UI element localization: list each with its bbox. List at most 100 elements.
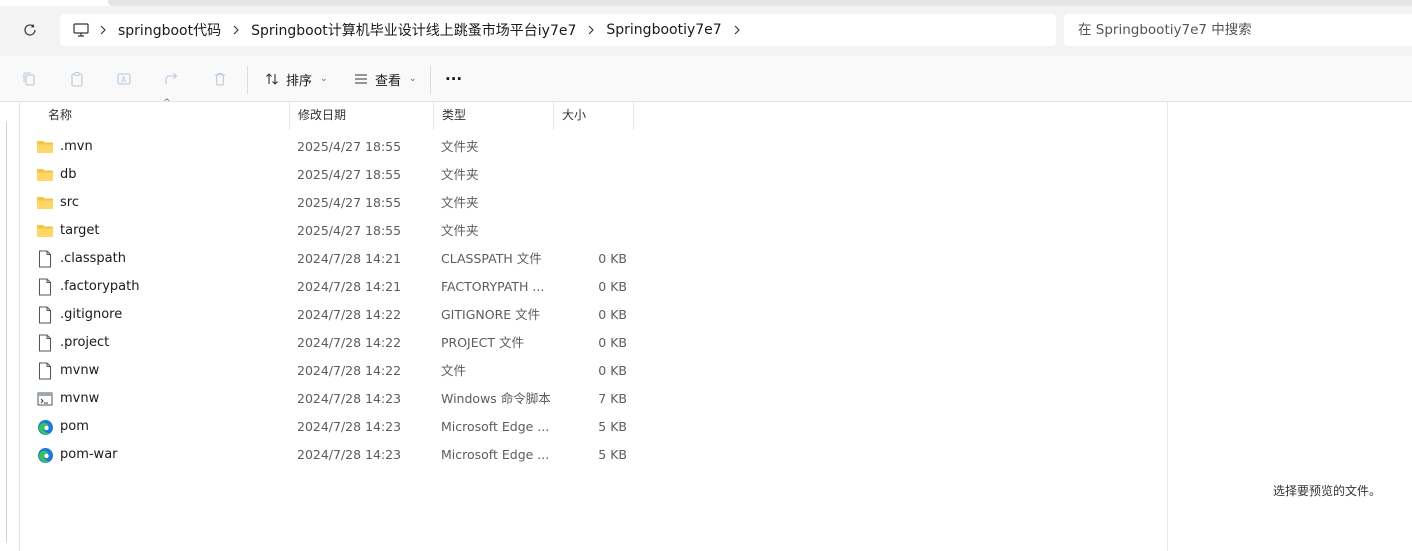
chevron-right-icon[interactable] [90, 25, 116, 35]
file-row[interactable]: .mvn 2025/4/27 18:55 文件夹 [20, 133, 1167, 161]
breadcrumb[interactable]: springboot代码 Springboot计算机毕业设计线上跳蚤市场平台iy… [60, 14, 1056, 46]
file-name: pom-war [60, 447, 118, 462]
file-list: .mvn 2025/4/27 18:55 文件夹 db 2025/4/27 18:55 文… [20, 133, 1167, 469]
file-row[interactable]: target 2025/4/27 18:55 文件夹 [20, 217, 1167, 245]
file-name-cell[interactable]: src [36, 189, 286, 217]
file-row[interactable]: .factorypath 2024/7/28 14:21 FACTORYPATH .… [20, 273, 1167, 301]
file-name: pom [60, 419, 89, 434]
file-type: Microsoft Edge ... [441, 447, 550, 462]
file-icon [36, 278, 54, 296]
file-row[interactable]: src 2025/4/27 18:55 文件夹 [20, 189, 1167, 217]
chevron-down-icon: ⌄ [320, 74, 328, 84]
column-header-date[interactable]: 修改日期 [290, 102, 434, 130]
toolbar-separator [247, 66, 248, 94]
file-row[interactable]: db 2025/4/27 18:55 文件夹 [20, 161, 1167, 189]
file-name: mvnw [60, 391, 100, 406]
breadcrumb-item-1[interactable]: springboot代码 [116, 14, 249, 46]
breadcrumb-label[interactable]: Springbootiy7e7 [604, 22, 723, 38]
file-name-cell[interactable]: mvnw [36, 357, 286, 385]
file-row[interactable]: .classpath 2024/7/28 14:21 CLASSPATH 文件 0 K… [20, 245, 1167, 273]
breadcrumb-item-2[interactable]: Springboot计算机毕业设计线上跳蚤市场平台iy7e7 [249, 14, 604, 46]
file-name-cell[interactable]: mvnw [36, 385, 286, 413]
breadcrumb-label[interactable]: Springboot计算机毕业设计线上跳蚤市场平台iy7e7 [249, 20, 578, 40]
file-row[interactable]: .project 2024/7/28 14:22 PROJECT 文件 0 KB [20, 329, 1167, 357]
file-size [555, 189, 627, 217]
file-type: 文件夹 [441, 223, 479, 238]
file-name-cell[interactable]: .gitignore [36, 301, 286, 329]
file-name-cell[interactable]: target [36, 217, 286, 245]
file-date: 2024/7/28 14:21 [297, 279, 402, 294]
sort-icon [266, 73, 278, 85]
file-icon [36, 362, 54, 380]
file-name-cell[interactable]: pom [36, 413, 286, 441]
file-date: 2024/7/28 14:22 [297, 307, 402, 322]
search-box[interactable] [1064, 14, 1412, 46]
file-row[interactable]: pom-war 2024/7/28 14:23 Microsoft Edge ...… [20, 441, 1167, 469]
file-icon [36, 306, 54, 324]
sort-label: 排序 [286, 73, 313, 89]
file-date: 2025/4/27 18:55 [297, 139, 402, 154]
view-label: 查看 [375, 73, 402, 89]
file-size: 5 KB [598, 447, 627, 462]
share-icon[interactable] [159, 66, 185, 92]
view-button[interactable]: 查看 ⌄ [353, 66, 417, 92]
file-date: 2024/7/28 14:22 [297, 363, 402, 378]
preview-pane-divider[interactable] [1167, 102, 1168, 551]
file-name-cell[interactable]: .mvn [36, 133, 286, 161]
file-size: 0 KB [598, 335, 627, 350]
edge-icon [36, 418, 54, 436]
file-size: 0 KB [598, 279, 627, 294]
chevron-right-icon[interactable] [724, 25, 750, 35]
column-header-label: 大小 [562, 108, 587, 122]
file-row[interactable]: mvnw 2024/7/28 14:22 文件 0 KB [20, 357, 1167, 385]
paste-icon[interactable] [64, 66, 90, 92]
file-name: mvnw [60, 363, 100, 378]
column-header-type[interactable]: 类型 [434, 102, 554, 130]
file-date: 2024/7/28 14:23 [297, 419, 402, 434]
file-name-cell[interactable]: .project [36, 329, 286, 357]
file-type: Windows 命令脚本 [441, 391, 551, 406]
file-type: CLASSPATH 文件 [441, 251, 542, 266]
refresh-icon [24, 24, 36, 36]
file-name-cell[interactable]: pom-war [36, 441, 286, 469]
search-input[interactable] [1078, 22, 1398, 38]
file-type: PROJECT 文件 [441, 335, 524, 350]
chevron-right-icon[interactable] [578, 25, 604, 35]
file-name-cell[interactable]: .factorypath [36, 273, 286, 301]
navigation-pane-edge [0, 102, 20, 551]
file-name: .project [60, 335, 110, 350]
chevron-right-icon[interactable] [223, 25, 249, 35]
file-name-cell[interactable]: .classpath [36, 245, 286, 273]
delete-icon[interactable] [207, 66, 233, 92]
file-row[interactable]: pom 2024/7/28 14:23 Microsoft Edge ... 5 KB [20, 413, 1167, 441]
file-row[interactable]: .gitignore 2024/7/28 14:22 GITIGNORE 文件 0 K… [20, 301, 1167, 329]
rename-icon[interactable]: A [111, 66, 137, 92]
refresh-button[interactable] [16, 18, 44, 42]
file-date: 2025/4/27 18:55 [297, 195, 402, 210]
computer-icon [73, 23, 89, 37]
file-name: .gitignore [60, 307, 123, 322]
breadcrumb-computer[interactable] [72, 14, 116, 46]
file-size: 0 KB [598, 251, 627, 266]
column-header-label: 名称 [48, 108, 73, 122]
breadcrumb-item-3[interactable]: Springbootiy7e7 [604, 14, 749, 46]
folder-icon [36, 138, 54, 156]
folder-icon [36, 194, 54, 212]
file-size [555, 133, 627, 161]
copy-icon[interactable] [16, 66, 42, 92]
column-header-name[interactable]: 名称 [40, 102, 290, 130]
file-type: 文件夹 [441, 139, 479, 154]
file-type: 文件夹 [441, 167, 479, 182]
more-options-button[interactable]: ··· [445, 66, 462, 92]
column-header-size[interactable]: 大小 [554, 102, 634, 130]
file-type: FACTORYPATH ... [441, 279, 545, 294]
sort-button[interactable]: 排序 ⌄ [264, 66, 328, 92]
cmd-script-icon [36, 390, 54, 408]
more-icon: ··· [445, 70, 463, 88]
file-name: .factorypath [60, 279, 140, 294]
breadcrumb-label[interactable]: springboot代码 [116, 20, 223, 40]
file-name-cell[interactable]: db [36, 161, 286, 189]
file-size: 7 KB [598, 391, 627, 406]
file-size: 0 KB [598, 307, 627, 322]
file-row[interactable]: mvnw 2024/7/28 14:23 Windows 命令脚本 7 KB [20, 385, 1167, 413]
